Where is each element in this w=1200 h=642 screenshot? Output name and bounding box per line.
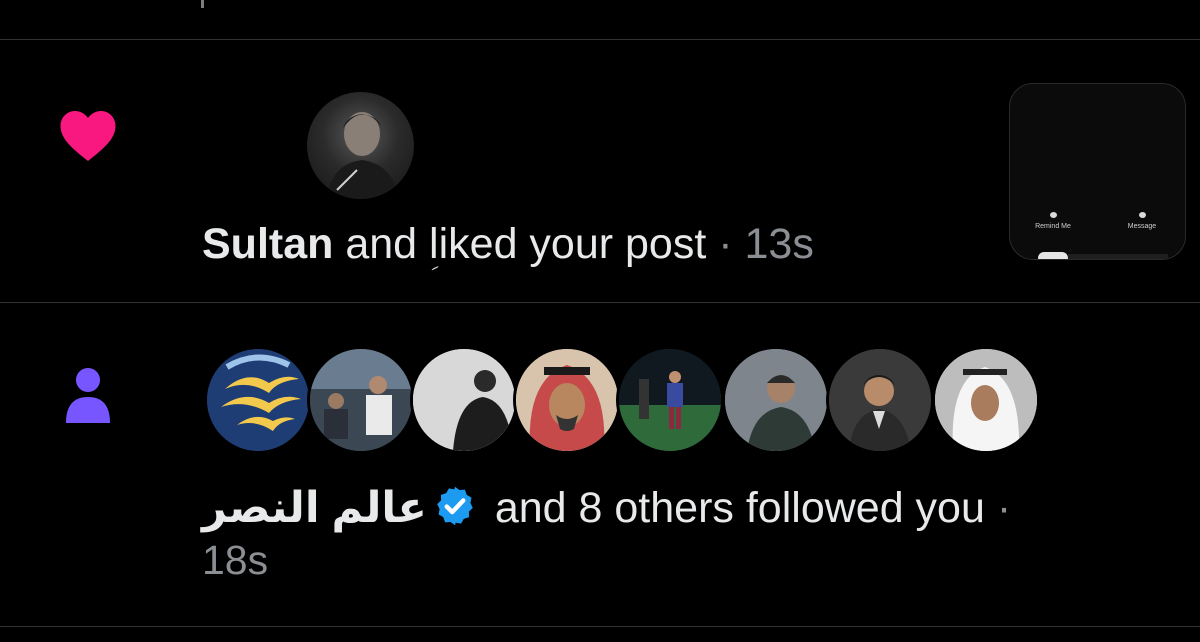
avatar[interactable] [307,346,415,454]
action-text: and ؚliked your post [333,220,707,268]
avatar[interactable] [204,346,312,454]
heart-icon [60,111,116,161]
avatar[interactable] [307,92,414,199]
message-icon [1138,212,1146,218]
thumbnail-pill [1038,252,1068,259]
avatar[interactable] [410,346,518,454]
avatar[interactable] [932,346,1040,454]
actor-name[interactable]: عالم النصر [202,484,427,532]
avatar[interactable] [513,346,621,454]
verified-badge-icon [437,486,473,526]
thumbnail-bar [1068,254,1168,259]
post-thumbnail[interactable]: Remind Me Message [1009,83,1186,260]
actor-name[interactable]: Sultan [202,220,333,268]
separator: · [996,484,1012,532]
timestamp: 18s [202,537,269,583]
avatar[interactable] [826,346,934,454]
alarm-icon [1049,212,1057,218]
avatar[interactable] [722,346,830,454]
timestamp: 13s [744,220,814,268]
remind-label: Remind Me [1035,223,1071,230]
person-icon [66,368,110,423]
notification-follow[interactable]: عالم النصر and 8 others followed you · 1… [0,303,1200,626]
message-button: Message [1112,212,1172,231]
action-text: and 8 others followed you [482,484,997,532]
remind-me-button: Remind Me [1023,212,1083,231]
divider [0,626,1200,627]
notification-text: Sultan and ؚliked your post · 13s [202,218,814,270]
separator: · [706,220,745,268]
previous-notification-remnant [201,0,204,8]
notification-like[interactable]: Sultan and ؚliked your post · 13s Remind… [0,40,1200,302]
avatar[interactable] [616,346,724,454]
notification-text: عالم النصر and 8 others followed you · 1… [202,482,1162,586]
message-label: Message [1127,223,1157,230]
